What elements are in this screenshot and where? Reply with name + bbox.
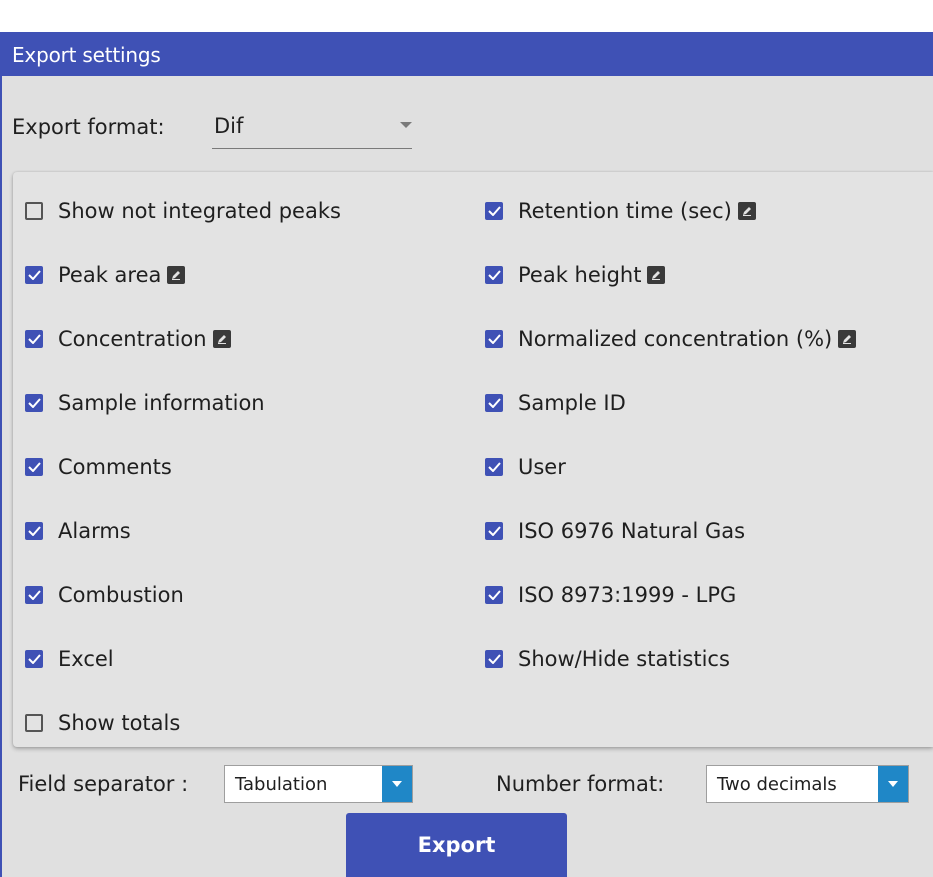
option-label: Peak area: [58, 263, 162, 287]
dropdown-button[interactable]: [878, 766, 908, 802]
export-format-dropdown[interactable]: Dif: [212, 110, 412, 149]
checkbox-checked-icon[interactable]: [485, 522, 503, 540]
option-label: Concentration: [58, 327, 207, 351]
edit-icon[interactable]: [167, 266, 186, 284]
checkbox-checked-icon[interactable]: [25, 458, 43, 476]
option-label: Peak height: [518, 263, 642, 287]
checkbox-checked-icon[interactable]: [25, 586, 43, 604]
checkbox-checked-icon[interactable]: [25, 266, 43, 284]
field-separator-select[interactable]: Tabulation: [224, 765, 413, 803]
checkbox-checked-icon[interactable]: [485, 458, 503, 476]
option-label: ISO 8973:1999 - LPG: [518, 583, 737, 607]
option-label: Comments: [58, 455, 172, 479]
checkbox-checked-icon[interactable]: [25, 650, 43, 668]
option-label: Alarms: [58, 519, 131, 543]
checkbox-checked-icon[interactable]: [25, 330, 43, 348]
panel-title: Export settings: [12, 43, 161, 67]
option-label: Combustion: [58, 583, 184, 607]
option-retention-time[interactable]: Retention time (sec): [485, 196, 756, 226]
title-bar: Export settings: [0, 32, 933, 76]
option-combustion[interactable]: Combustion: [25, 580, 184, 610]
export-format-label: Export format:: [12, 115, 165, 139]
edit-icon[interactable]: [212, 330, 231, 348]
option-sample-information[interactable]: Sample information: [25, 388, 265, 418]
export-options-card: Show not integrated peaks Retention time…: [13, 172, 933, 747]
option-show-totals[interactable]: Show totals: [25, 708, 180, 738]
option-label: User: [518, 455, 566, 479]
option-label: Sample information: [58, 391, 265, 415]
checkbox-checked-icon[interactable]: [485, 650, 503, 668]
option-show-hide-statistics[interactable]: Show/Hide statistics: [485, 644, 730, 674]
checkbox-unchecked-icon[interactable]: [25, 202, 43, 220]
export-settings-panel: Export settings Export format: Dif Show …: [0, 0, 933, 877]
option-label: Excel: [58, 647, 114, 671]
option-peak-area[interactable]: Peak area: [25, 260, 186, 290]
option-user[interactable]: User: [485, 452, 566, 482]
option-label: ISO 6976 Natural Gas: [518, 519, 746, 543]
option-iso-6976[interactable]: ISO 6976 Natural Gas: [485, 516, 745, 546]
checkbox-checked-icon[interactable]: [485, 586, 503, 604]
checkbox-unchecked-icon[interactable]: [25, 714, 43, 732]
checkbox-checked-icon[interactable]: [485, 266, 503, 284]
checkbox-checked-icon[interactable]: [25, 394, 43, 412]
option-alarms[interactable]: Alarms: [25, 516, 131, 546]
number-format-value: Two decimals: [717, 774, 837, 795]
option-label: Sample ID: [518, 391, 626, 415]
option-excel[interactable]: Excel: [25, 644, 114, 674]
checkbox-checked-icon[interactable]: [485, 202, 503, 220]
chevron-down-icon: [392, 781, 402, 787]
chevron-down-icon: [400, 122, 412, 128]
number-format-label: Number format:: [496, 772, 665, 796]
checkbox-checked-icon[interactable]: [25, 522, 43, 540]
export-button[interactable]: Export: [346, 813, 567, 877]
edit-icon[interactable]: [838, 330, 857, 348]
option-label: Show/Hide statistics: [518, 647, 730, 671]
checkbox-checked-icon[interactable]: [485, 394, 503, 412]
number-format-select[interactable]: Two decimals: [706, 765, 909, 803]
option-label: Show totals: [58, 711, 181, 735]
edit-icon[interactable]: [647, 266, 666, 284]
left-accent-line: [0, 32, 2, 877]
option-normalized-concentration[interactable]: Normalized concentration (%): [485, 324, 857, 354]
option-label: Retention time (sec): [518, 199, 732, 223]
dropdown-button[interactable]: [382, 766, 412, 802]
option-peak-height[interactable]: Peak height: [485, 260, 666, 290]
option-label: Show not integrated peaks: [58, 199, 341, 223]
option-iso-8973[interactable]: ISO 8973:1999 - LPG: [485, 580, 736, 610]
top-strip: [0, 0, 933, 32]
export-format-value: Dif: [214, 114, 244, 138]
field-separator-value: Tabulation: [235, 774, 328, 795]
chevron-down-icon: [888, 781, 898, 787]
edit-icon[interactable]: [737, 202, 756, 220]
checkbox-checked-icon[interactable]: [485, 330, 503, 348]
option-label: Normalized concentration (%): [518, 327, 833, 351]
option-comments[interactable]: Comments: [25, 452, 172, 482]
option-concentration[interactable]: Concentration: [25, 324, 231, 354]
option-show-not-integrated-peaks[interactable]: Show not integrated peaks: [25, 196, 341, 226]
field-separator-label: Field separator :: [18, 772, 189, 796]
option-sample-id[interactable]: Sample ID: [485, 388, 626, 418]
